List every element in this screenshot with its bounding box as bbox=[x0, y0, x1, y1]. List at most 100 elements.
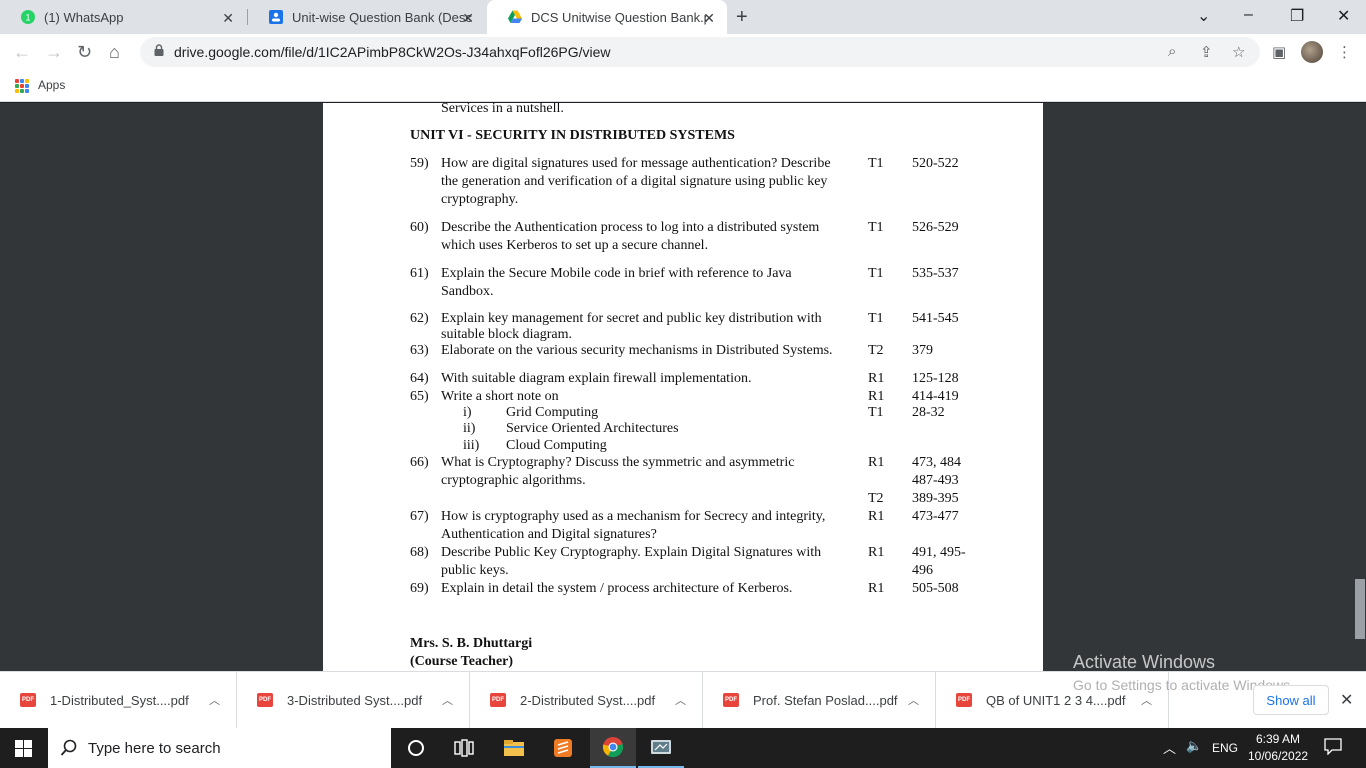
download-item[interactable]: PDF 1-Distributed_Syst....pdf ︿ bbox=[0, 672, 237, 728]
svg-text:1: 1 bbox=[25, 13, 30, 23]
reference-pages: 473, 484 bbox=[912, 455, 961, 470]
sublime-text-icon[interactable] bbox=[540, 728, 586, 768]
windows-start-icon[interactable] bbox=[15, 740, 32, 757]
profile-avatar[interactable] bbox=[1301, 41, 1323, 63]
scrollbar-thumb[interactable] bbox=[1355, 579, 1365, 639]
close-downloads-icon[interactable]: ✕ bbox=[1340, 690, 1353, 710]
tab-search-icon[interactable]: ⌄ bbox=[1197, 6, 1210, 26]
show-all-downloads-button[interactable]: Show all bbox=[1253, 685, 1329, 715]
new-tab-button[interactable]: + bbox=[736, 6, 748, 29]
downloads-bar: PDF 1-Distributed_Syst....pdf ︿ PDF 3-Di… bbox=[0, 671, 1366, 728]
whatsapp-icon: 1 bbox=[20, 9, 36, 25]
subitem-number: i) bbox=[463, 405, 472, 420]
bookmark-star-icon[interactable]: ☆ bbox=[1232, 43, 1245, 61]
cortana-icon[interactable] bbox=[393, 728, 439, 768]
apps-link[interactable]: Apps bbox=[38, 78, 65, 92]
back-button[interactable]: ← bbox=[13, 42, 31, 63]
reference-book: T1 bbox=[868, 156, 884, 171]
question-number: 67) bbox=[410, 509, 429, 524]
reference-pages: 389-395 bbox=[912, 491, 959, 506]
reference-book: T1 bbox=[868, 405, 884, 420]
zoom-icon[interactable]: ⌕ bbox=[1168, 43, 1176, 60]
apps-grid-icon[interactable] bbox=[15, 79, 29, 93]
question-text: the generation and verification of a dig… bbox=[441, 174, 828, 189]
unit-heading: UNIT VI - SECURITY IN DISTRIBUTED SYSTEM… bbox=[410, 128, 735, 143]
home-button[interactable]: ⌂ bbox=[109, 42, 120, 63]
question-text: Write a short note on bbox=[441, 389, 559, 404]
reference-pages: 541-545 bbox=[912, 311, 959, 326]
close-tab-icon[interactable]: ✕ bbox=[222, 10, 234, 27]
search-icon bbox=[60, 739, 77, 756]
tab-title: (1) WhatsApp bbox=[44, 9, 124, 25]
clock-date[interactable]: 10/06/2022 bbox=[1248, 749, 1308, 763]
tray-overflow-icon[interactable]: ︿ bbox=[1163, 738, 1176, 757]
taskbar-search-box[interactable]: Type here to search bbox=[48, 728, 391, 768]
share-icon[interactable]: ⇪ bbox=[1200, 43, 1213, 61]
restore-button[interactable]: ❐ bbox=[1290, 6, 1304, 26]
reference-pages: 379 bbox=[912, 343, 933, 358]
tab-question-bank-form[interactable]: Unit-wise Question Bank (Descrip ✕ bbox=[248, 0, 486, 34]
google-drive-icon bbox=[507, 9, 523, 25]
download-filename: 1-Distributed_Syst....pdf bbox=[50, 692, 189, 708]
teacher-role: (Course Teacher) bbox=[410, 654, 514, 669]
reference-pages: 414-419 bbox=[912, 389, 959, 404]
reference-pages: 526-529 bbox=[912, 220, 959, 235]
chrome-taskbar-icon[interactable] bbox=[590, 728, 636, 768]
chevron-up-icon[interactable]: ︿ bbox=[675, 692, 686, 708]
question-text: What is Cryptography? Discuss the symmet… bbox=[441, 455, 795, 470]
reload-button[interactable]: ↻ bbox=[77, 42, 92, 63]
reference-book: T2 bbox=[868, 491, 884, 506]
volume-icon[interactable]: 🔈 bbox=[1186, 738, 1202, 754]
download-item[interactable]: PDF 2-Distributed Syst....pdf ︿ bbox=[470, 672, 703, 728]
chevron-up-icon[interactable]: ︿ bbox=[1141, 692, 1152, 708]
question-number: 69) bbox=[410, 581, 429, 596]
question-text: Sandbox. bbox=[441, 284, 494, 299]
close-tab-icon[interactable]: ✕ bbox=[703, 10, 715, 27]
reference-book: R1 bbox=[868, 455, 885, 470]
side-panel-icon[interactable]: ▣ bbox=[1272, 43, 1286, 61]
clock-time[interactable]: 6:39 AM bbox=[1256, 732, 1300, 746]
reference-pages: 491, 495- bbox=[912, 545, 966, 560]
question-number: 62) bbox=[410, 311, 429, 326]
download-item[interactable]: PDF 3-Distributed Syst....pdf ︿ bbox=[237, 672, 470, 728]
chevron-up-icon[interactable]: ︿ bbox=[209, 692, 220, 708]
download-item[interactable]: PDF Prof. Stefan Poslad....pdf ︿ bbox=[703, 672, 936, 728]
reference-pages: 535-537 bbox=[912, 266, 959, 281]
close-tab-icon[interactable]: ✕ bbox=[462, 10, 474, 27]
subitem-text: Cloud Computing bbox=[506, 438, 607, 453]
language-indicator[interactable]: ENG bbox=[1212, 741, 1238, 755]
question-text: public keys. bbox=[441, 563, 509, 578]
reference-book: R1 bbox=[868, 545, 885, 560]
forward-button[interactable]: → bbox=[45, 42, 63, 63]
close-window-button[interactable]: ✕ bbox=[1337, 6, 1350, 26]
pdf-viewer: Services in a nutshell. UNIT VI - SECURI… bbox=[0, 103, 1366, 671]
chevron-up-icon[interactable]: ︿ bbox=[442, 692, 453, 708]
question-number: 59) bbox=[410, 156, 429, 171]
reference-pages: 496 bbox=[912, 563, 933, 578]
reference-book: R1 bbox=[868, 371, 885, 386]
reference-pages: 520-522 bbox=[912, 156, 959, 171]
menu-icon[interactable]: ⋮ bbox=[1337, 43, 1352, 61]
reference-pages: 505-508 bbox=[912, 581, 959, 596]
question-text: Explain key management for secret and pu… bbox=[441, 311, 822, 326]
task-view-icon[interactable] bbox=[441, 728, 487, 768]
activation-watermark-title: Activate Windows bbox=[1073, 652, 1216, 671]
previous-line-text: Services in a nutshell. bbox=[441, 103, 564, 116]
question-text: With suitable diagram explain firewall i… bbox=[441, 371, 752, 386]
chevron-up-icon[interactable]: ︿ bbox=[908, 692, 919, 708]
address-bar[interactable]: drive.google.com/file/d/1IC2APimbP8CkW2O… bbox=[140, 37, 1260, 67]
tab-whatsapp[interactable]: 1 (1) WhatsApp ✕ bbox=[0, 0, 246, 34]
tab-dcs-pdf[interactable]: DCS Unitwise Question Bank.pdf ✕ bbox=[487, 0, 727, 34]
tab-title: DCS Unitwise Question Bank.pdf bbox=[531, 9, 707, 25]
snipping-tool-icon[interactable] bbox=[638, 728, 684, 768]
minimize-button[interactable]: – bbox=[1244, 6, 1253, 24]
file-explorer-icon[interactable] bbox=[491, 728, 537, 768]
windows-taskbar: Type here to search ︿ 🔈 ENG 6:39 AM 10/0… bbox=[0, 728, 1366, 768]
reference-book: T2 bbox=[868, 343, 884, 358]
tab-title: Unit-wise Question Bank (Descrip bbox=[292, 9, 472, 25]
notifications-icon[interactable] bbox=[1324, 737, 1342, 758]
question-text: How is cryptography used as a mechanism … bbox=[441, 509, 826, 524]
lock-icon bbox=[154, 44, 164, 56]
reference-book: R1 bbox=[868, 581, 885, 596]
reference-book: R1 bbox=[868, 509, 885, 524]
